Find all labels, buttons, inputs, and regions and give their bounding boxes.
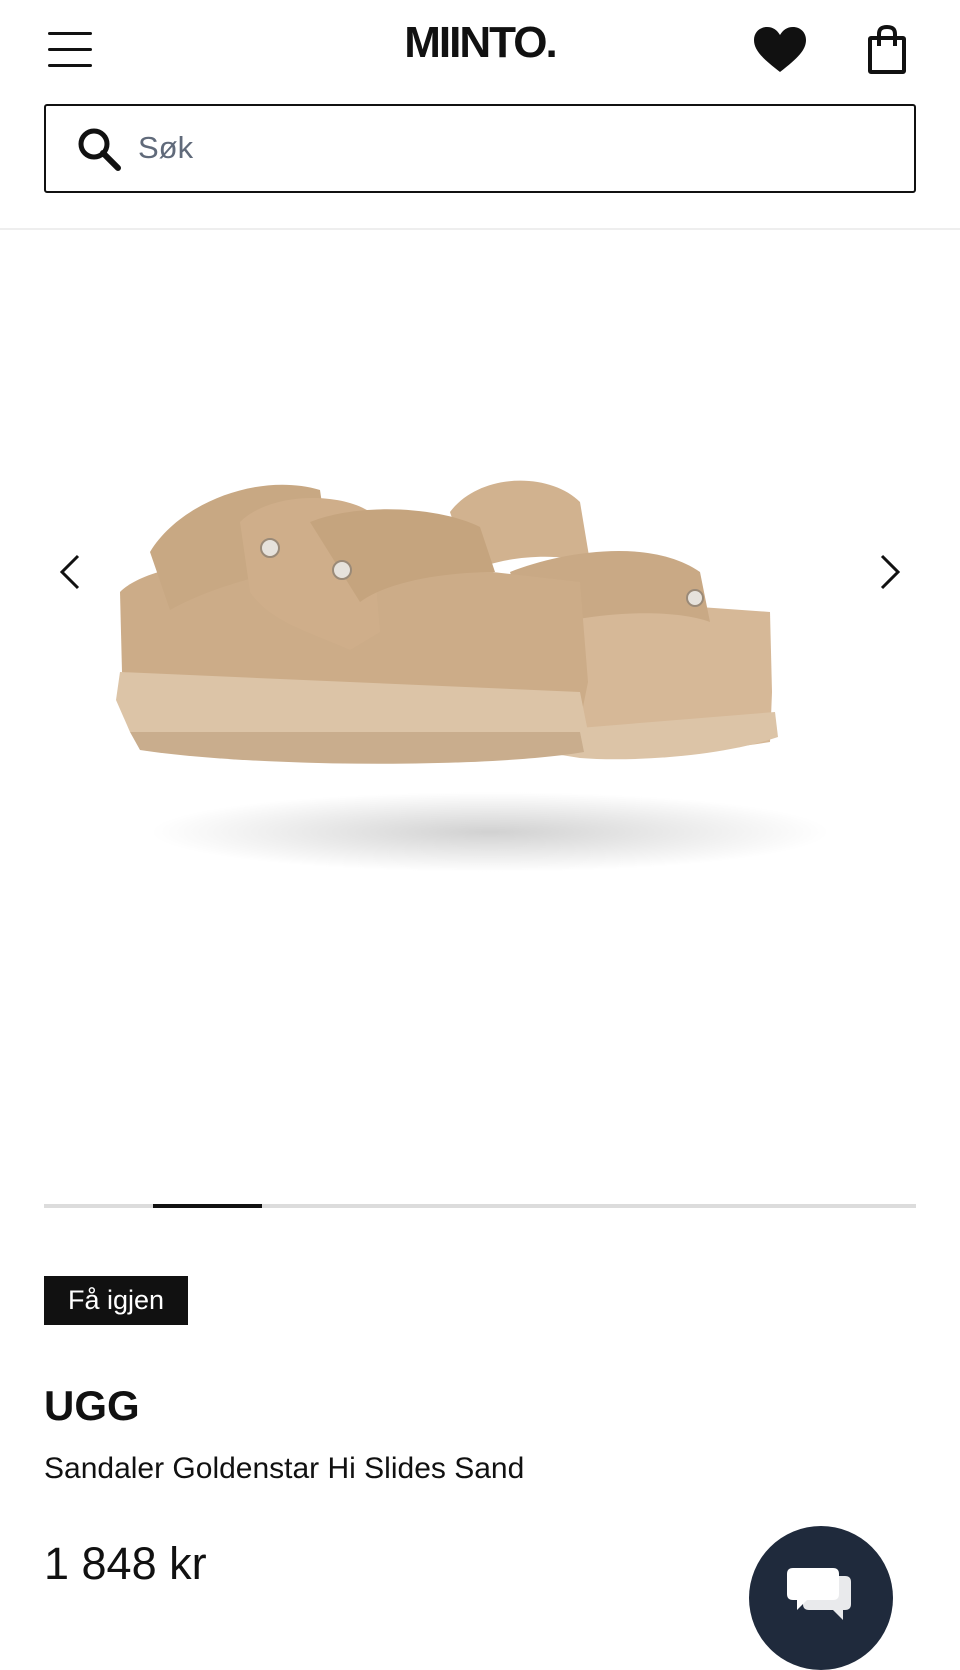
cart-button[interactable]: [864, 24, 912, 76]
chevron-left-icon: [59, 554, 80, 590]
search-icon: [78, 128, 121, 171]
product-brand[interactable]: UGG: [44, 1382, 140, 1430]
gallery-progress-indicator: [153, 1204, 262, 1208]
heart-icon: [754, 27, 806, 72]
chat-button[interactable]: [749, 1526, 893, 1670]
search-input[interactable]: [138, 106, 878, 190]
product-gallery[interactable]: [0, 232, 960, 1132]
shopping-bag-icon: [868, 24, 906, 74]
next-image-button[interactable]: [866, 550, 910, 594]
product-price: 1 848 kr: [44, 1538, 207, 1589]
previous-image-button[interactable]: [50, 550, 94, 594]
search-box[interactable]: [44, 104, 916, 193]
chevron-right-icon: [880, 554, 901, 590]
product-name: Sandaler Goldenstar Hi Slides Sand: [44, 1452, 525, 1485]
logo[interactable]: MIINTO.: [0, 18, 960, 68]
product-image: [116, 480, 830, 872]
cashback-badge: Få igjen: [44, 1276, 189, 1325]
favorites-button[interactable]: [752, 26, 808, 76]
chat-icon: [787, 1568, 851, 1620]
site-header: MIINTO.: [0, 0, 960, 230]
gallery-progress-bar: [44, 1204, 916, 1208]
